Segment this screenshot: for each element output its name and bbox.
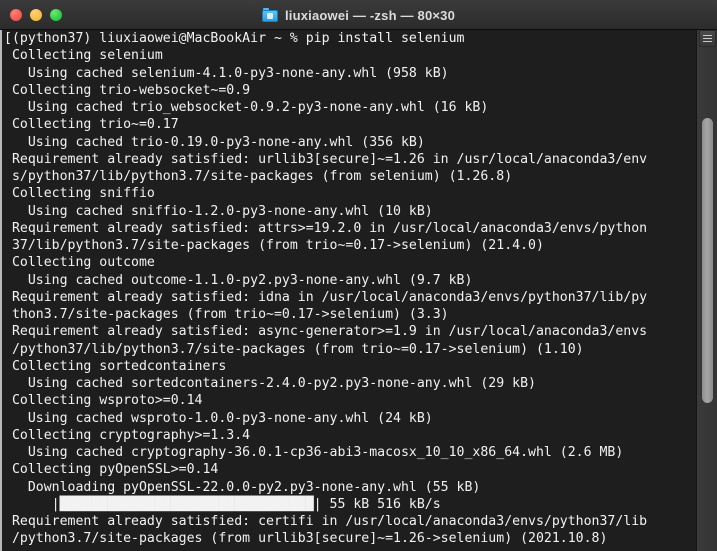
terminal-line: /python37/lib/python3.7/site-packages (f…: [4, 341, 584, 357]
terminal-line: Requirement already satisfied: attrs>=19…: [4, 220, 648, 236]
minimize-button[interactable]: [30, 9, 42, 21]
maximize-button[interactable]: [50, 9, 62, 21]
window-titlebar[interactable]: liuxiaowei — -zsh — 80×30: [0, 0, 717, 30]
terminal-line: Using cached selenium-4.1.0-py3-none-any…: [4, 65, 449, 81]
terminal-line: Requirement already satisfied: idna in /…: [4, 289, 648, 305]
terminal-line: Collecting pyOpenSSL>=0.14: [4, 462, 219, 478]
terminal-line: Collecting cryptography>=1.3.4: [4, 427, 251, 443]
terminal-line: Collecting sniffio: [4, 186, 155, 202]
terminal-line: Collecting trio~=0.17: [4, 117, 179, 133]
terminal-line: Using cached cryptography-36.0.1-cp36-ab…: [4, 445, 624, 460]
terminal-line: Requirement already satisfied: async-gen…: [4, 324, 648, 340]
terminal-line: Requirement already satisfied: urllib3[s…: [4, 151, 648, 167]
terminal-line: [(python37) liuxiaowei@MacBookAir ~ % pi…: [4, 31, 465, 46]
terminal-line: Using cached trio-0.19.0-py3-none-any.wh…: [4, 134, 425, 150]
folder-icon: [261, 8, 278, 22]
terminal-line: Using cached trio_websocket-0.9.2-py3-no…: [4, 100, 489, 115]
window-title: liuxiaowei — -zsh — 80×30: [284, 7, 456, 23]
terminal-line: Collecting wsproto>=0.14: [4, 393, 203, 409]
terminal-line: Using cached sortedcontainers-2.4.0-py2.…: [4, 376, 536, 391]
terminal-line: |████████████████████████████████| 55 kB…: [4, 496, 441, 512]
terminal-line: Collecting trio-websocket~=0.9: [4, 82, 251, 98]
terminal-line: Collecting outcome: [4, 255, 155, 271]
terminal-line: /python3.7/site-packages (from urllib3[s…: [4, 531, 608, 547]
terminal-line: Downloading pyOpenSSL-22.0.0-py2.py3-non…: [4, 479, 481, 495]
terminal-line: Collecting sortedcontainers: [4, 358, 227, 374]
terminal-line: Collecting selenium: [4, 48, 163, 64]
traffic-light-group: [10, 9, 62, 21]
terminal-output[interactable]: [(python37) liuxiaowei@MacBookAir ~ % pi…: [4, 30, 695, 548]
scrollbar-top-button[interactable]: [699, 30, 716, 47]
terminal-line: thon3.7/site-packages (from trio~=0.17->…: [4, 307, 449, 322]
terminal-line: Requirement already satisfied: certifi i…: [4, 514, 648, 529]
terminal-line: Using cached outcome-1.1.0-py2.py3-none-…: [4, 272, 473, 288]
window-title-group: liuxiaowei — -zsh — 80×30: [0, 0, 717, 30]
terminal-window: liuxiaowei — -zsh — 80×30 [(python37) li…: [0, 0, 717, 551]
vertical-scrollbar[interactable]: [696, 30, 717, 551]
close-button[interactable]: [10, 9, 22, 21]
terminal-line: 37/lib/python3.7/site-packages (from tri…: [4, 238, 544, 253]
scrollbar-thumb[interactable]: [702, 118, 713, 403]
terminal-line: Using cached wsproto-1.0.0-py3-none-any.…: [4, 410, 433, 426]
terminal-line: Using cached sniffio-1.2.0-py3-none-any.…: [4, 203, 433, 219]
terminal-content-area[interactable]: [(python37) liuxiaowei@MacBookAir ~ % pi…: [0, 30, 717, 551]
terminal-line: s/python37/lib/python3.7/site-packages (…: [4, 169, 513, 184]
